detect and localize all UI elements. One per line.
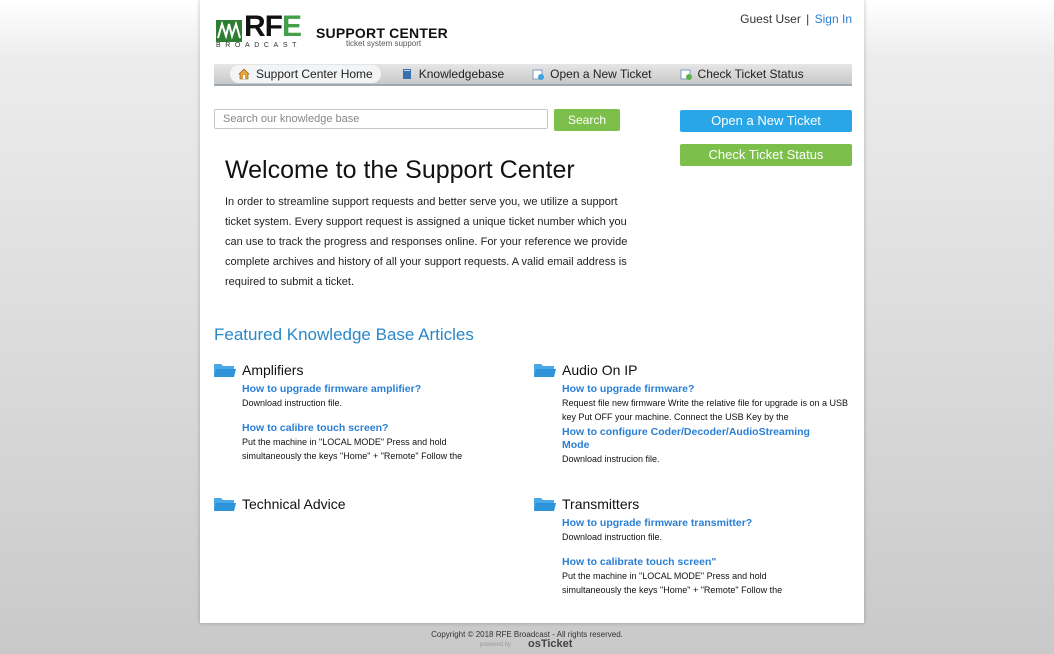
site-subtitle: ticket system support xyxy=(346,39,422,48)
article-item: How to upgrade firmware? Request file ne… xyxy=(562,383,854,424)
ticket-status-icon xyxy=(680,68,692,80)
check-status-button[interactable]: Check Ticket Status xyxy=(680,144,852,166)
osticket-logo[interactable]: osTicket xyxy=(528,638,572,650)
category-name: Technical Advice xyxy=(242,496,346,512)
article-link[interactable]: How to upgrade firmware? xyxy=(562,383,854,396)
category-amplifiers: Amplifiers How to upgrade firmware ampli… xyxy=(214,361,514,463)
guest-user-label: Guest User xyxy=(740,12,801,26)
article-description: Request file new firmware Write the rela… xyxy=(562,398,848,422)
featured-articles-heading: Featured Knowledge Base Articles xyxy=(214,325,474,344)
category-name: Audio On IP xyxy=(562,362,638,378)
category-technical-advice: Technical Advice xyxy=(214,495,514,513)
article-item: How to upgrade firmware amplifier? Downl… xyxy=(242,383,514,410)
article-description: Put the machine in "LOCAL MODE" Press an… xyxy=(562,571,783,595)
article-item: How to configure Coder/Decoder/AudioStre… xyxy=(562,426,854,466)
logo-broadcast-text: BROADCAST xyxy=(216,42,301,49)
search-input[interactable] xyxy=(214,109,548,129)
article-item: How to calibre touch screen? Put the mac… xyxy=(242,422,514,463)
category-header[interactable]: Technical Advice xyxy=(214,495,514,513)
nav-item-label: Open a New Ticket xyxy=(550,67,652,81)
article-description: Download instruction file. xyxy=(242,398,343,408)
nav-item-new-ticket[interactable]: Open a New Ticket xyxy=(524,65,659,83)
article-item: How to calibrate touch screen" Put the m… xyxy=(562,556,854,597)
category-header[interactable]: Amplifiers xyxy=(214,361,514,379)
user-separator: | xyxy=(806,12,810,26)
article-description: Download instruction file. xyxy=(562,532,663,542)
category-transmitters: Transmitters How to upgrade firmware tra… xyxy=(534,495,854,597)
article-link[interactable]: How to upgrade firmware transmitter? xyxy=(562,517,854,530)
nav-item-home[interactable]: Support Center Home xyxy=(230,65,381,83)
user-area: Guest User | Sign In xyxy=(740,12,852,26)
nav-item-label: Support Center Home xyxy=(256,67,373,81)
nav-item-label: Knowledgebase xyxy=(418,67,505,81)
article-link[interactable]: How to calibrate touch screen" xyxy=(562,556,854,569)
page-container: RF E BROADCAST SUPPORT CENTER ticket syst… xyxy=(200,0,864,623)
main-nav: Support Center Home Knowledgebase Open a… xyxy=(214,64,852,86)
logo-mark: RF E xyxy=(216,10,302,43)
article-link[interactable]: How to upgrade firmware amplifier? xyxy=(242,383,514,396)
folder-icon xyxy=(534,362,556,378)
rfe-logo[interactable]: RF E BROADCAST SUPPORT CENTER ticket syst… xyxy=(216,12,456,50)
powered-by-label: powered by xyxy=(480,642,512,648)
nav-item-knowledgebase[interactable]: Knowledgebase xyxy=(393,65,512,83)
copyright-text: Copyright © 2018 RFE Broadcast - All rig… xyxy=(431,630,623,639)
welcome-title: Welcome to the Support Center xyxy=(225,156,575,184)
article-description: Download instrucion file. xyxy=(562,454,660,464)
new-ticket-icon xyxy=(532,68,545,80)
nav-item-label: Check Ticket Status xyxy=(697,67,804,81)
sign-in-link[interactable]: Sign In xyxy=(815,12,852,26)
search-button[interactable]: Search xyxy=(554,109,620,131)
category-name: Transmitters xyxy=(562,496,640,512)
waveform-logo-icon xyxy=(216,20,242,42)
logo-rf-text: RF xyxy=(244,10,283,43)
article-link[interactable]: How to configure Coder/Decoder/AudioStre… xyxy=(562,426,832,452)
folder-icon xyxy=(534,496,556,512)
folder-icon xyxy=(214,496,236,512)
article-description: Put the machine in "LOCAL MODE" Press an… xyxy=(242,437,463,461)
welcome-text: In order to streamline support requests … xyxy=(225,196,628,288)
category-name: Amplifiers xyxy=(242,362,304,378)
article-item: How to upgrade firmware transmitter? Dow… xyxy=(562,517,854,544)
home-icon xyxy=(238,68,250,80)
category-audio-on-ip: Audio On IP How to upgrade firmware? Req… xyxy=(534,361,854,466)
category-header[interactable]: Audio On IP xyxy=(534,361,854,379)
category-header[interactable]: Transmitters xyxy=(534,495,854,513)
logo-e-text: E xyxy=(282,10,302,43)
open-ticket-button[interactable]: Open a New Ticket xyxy=(680,110,852,132)
book-icon xyxy=(401,68,413,80)
article-link[interactable]: How to calibre touch screen? xyxy=(242,422,514,435)
folder-icon xyxy=(214,362,236,378)
nav-item-check-status[interactable]: Check Ticket Status xyxy=(672,65,812,83)
